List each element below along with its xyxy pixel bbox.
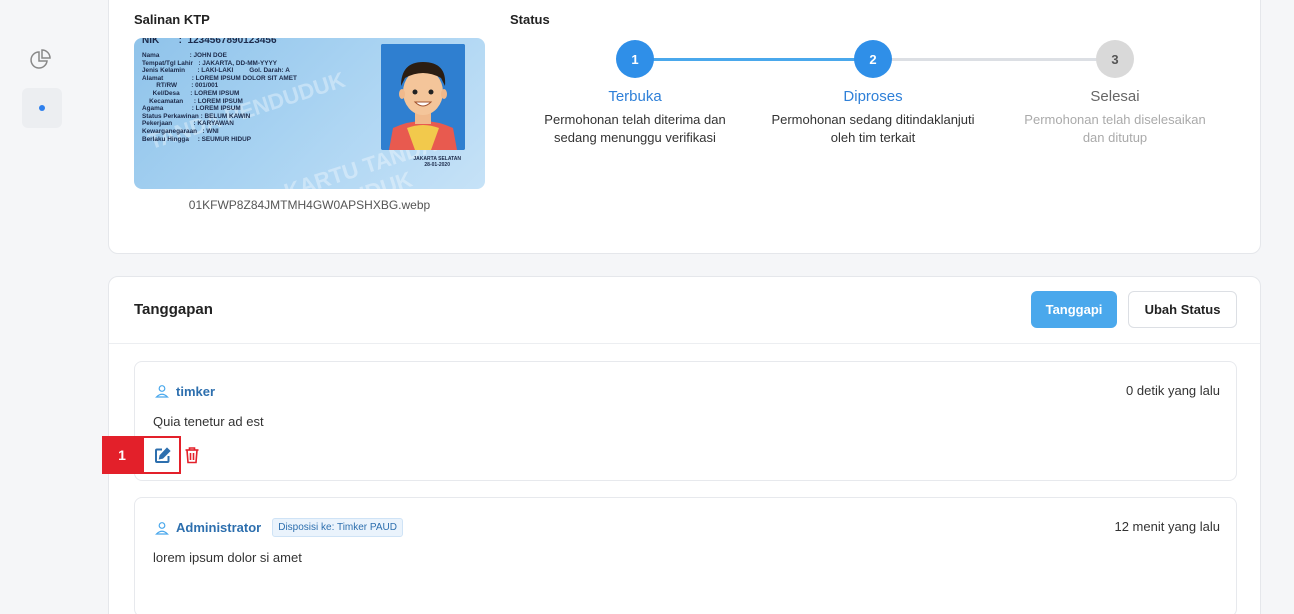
ktp-label: Salinan KTP xyxy=(134,12,210,27)
step-2-desc-line-1: Permohonan sedang ditindaklanjuti xyxy=(771,112,975,127)
annotation-highlight-box xyxy=(142,436,181,474)
trash-icon[interactable] xyxy=(183,446,201,464)
user-icon xyxy=(153,382,171,400)
step-1-description: Permohonan telah diterima dan sedang men… xyxy=(520,111,750,147)
ktp-place-date: JAKARTA SELATAN 28-01-2020 xyxy=(413,156,461,168)
response-time: 0 detik yang lalu xyxy=(1126,383,1220,398)
responses-title: Tanggapan xyxy=(134,301,213,318)
ktp-fields: Nama : JOHN DOE Tempat/Tgl Lahir : JAKAR… xyxy=(142,52,297,143)
status-stepper: 1 Terbuka Permohonan telah diterima dan … xyxy=(520,40,1240,160)
step-1-desc-line-2: sedang menunggu verifikasi xyxy=(554,130,716,145)
ktp-photo xyxy=(381,44,465,150)
response-time: 12 menit yang lalu xyxy=(1114,519,1220,534)
pie-chart-icon[interactable] xyxy=(28,48,52,72)
step-2-description: Permohonan sedang ditindaklanjuti oleh t… xyxy=(758,111,988,147)
step-1-desc-line-1: Permohonan telah diterima dan xyxy=(544,112,726,127)
response-message: Quia tenetur ad est xyxy=(153,414,264,429)
step-2-title: Diproses xyxy=(843,88,903,105)
response-author: timker xyxy=(153,382,215,400)
step-1: 1 Terbuka Permohonan telah diterima dan … xyxy=(520,40,750,147)
response-author: Administrator Disposisi ke: Timker PAUD xyxy=(153,518,403,537)
response-item: Administrator Disposisi ke: Timker PAUD … xyxy=(134,497,1237,614)
ktp-filename: 01KFWP8Z84JMTMH4GW0APSHXBG.webp xyxy=(188,198,431,212)
step-2-circle: 2 xyxy=(854,40,892,78)
step-3-desc-line-1: Permohonan telah diselesaikan xyxy=(1024,112,1206,127)
change-status-button[interactable]: Ubah Status xyxy=(1128,291,1237,328)
sidebar xyxy=(0,0,80,614)
dot-icon xyxy=(39,105,45,111)
step-1-circle: 1 xyxy=(616,40,654,78)
status-label: Status xyxy=(510,12,550,27)
step-2: 2 Diproses Permohonan sedang ditindaklan… xyxy=(758,40,988,147)
divider xyxy=(109,343,1260,344)
step-3-desc-line-2: dan ditutup xyxy=(1082,130,1148,145)
response-author-name[interactable]: timker xyxy=(176,384,215,399)
step-2-desc-line-2: oleh tim terkait xyxy=(830,130,916,145)
ktp-nik: NIK : 1234567890123456 xyxy=(142,38,277,46)
annotation-marker: 1 xyxy=(102,436,142,474)
ktp-date: 28-01-2020 xyxy=(424,162,450,168)
step-1-title: Terbuka xyxy=(608,88,662,105)
step-3: 3 Selesai Permohonan telah diselesaikan … xyxy=(1000,40,1230,147)
step-3-description: Permohonan telah diselesaikan dan ditutu… xyxy=(1000,111,1230,147)
response-message: lorem ipsum dolor si amet xyxy=(153,550,302,565)
response-item: timker 0 detik yang lalu Quia tenetur ad… xyxy=(134,361,1237,481)
step-3-circle: 3 xyxy=(1096,40,1134,78)
user-icon xyxy=(153,519,171,537)
response-author-name[interactable]: Administrator xyxy=(176,520,261,535)
ktp-image[interactable]: KARTU TANDA PENDUDUK TANDA PENDUDUK NIK … xyxy=(134,38,485,189)
sidebar-item-active[interactable] xyxy=(22,88,62,128)
respond-button[interactable]: Tanggapi xyxy=(1031,291,1117,328)
step-3-title: Selesai xyxy=(1090,88,1140,105)
disposition-badge: Disposisi ke: Timker PAUD xyxy=(272,518,403,537)
